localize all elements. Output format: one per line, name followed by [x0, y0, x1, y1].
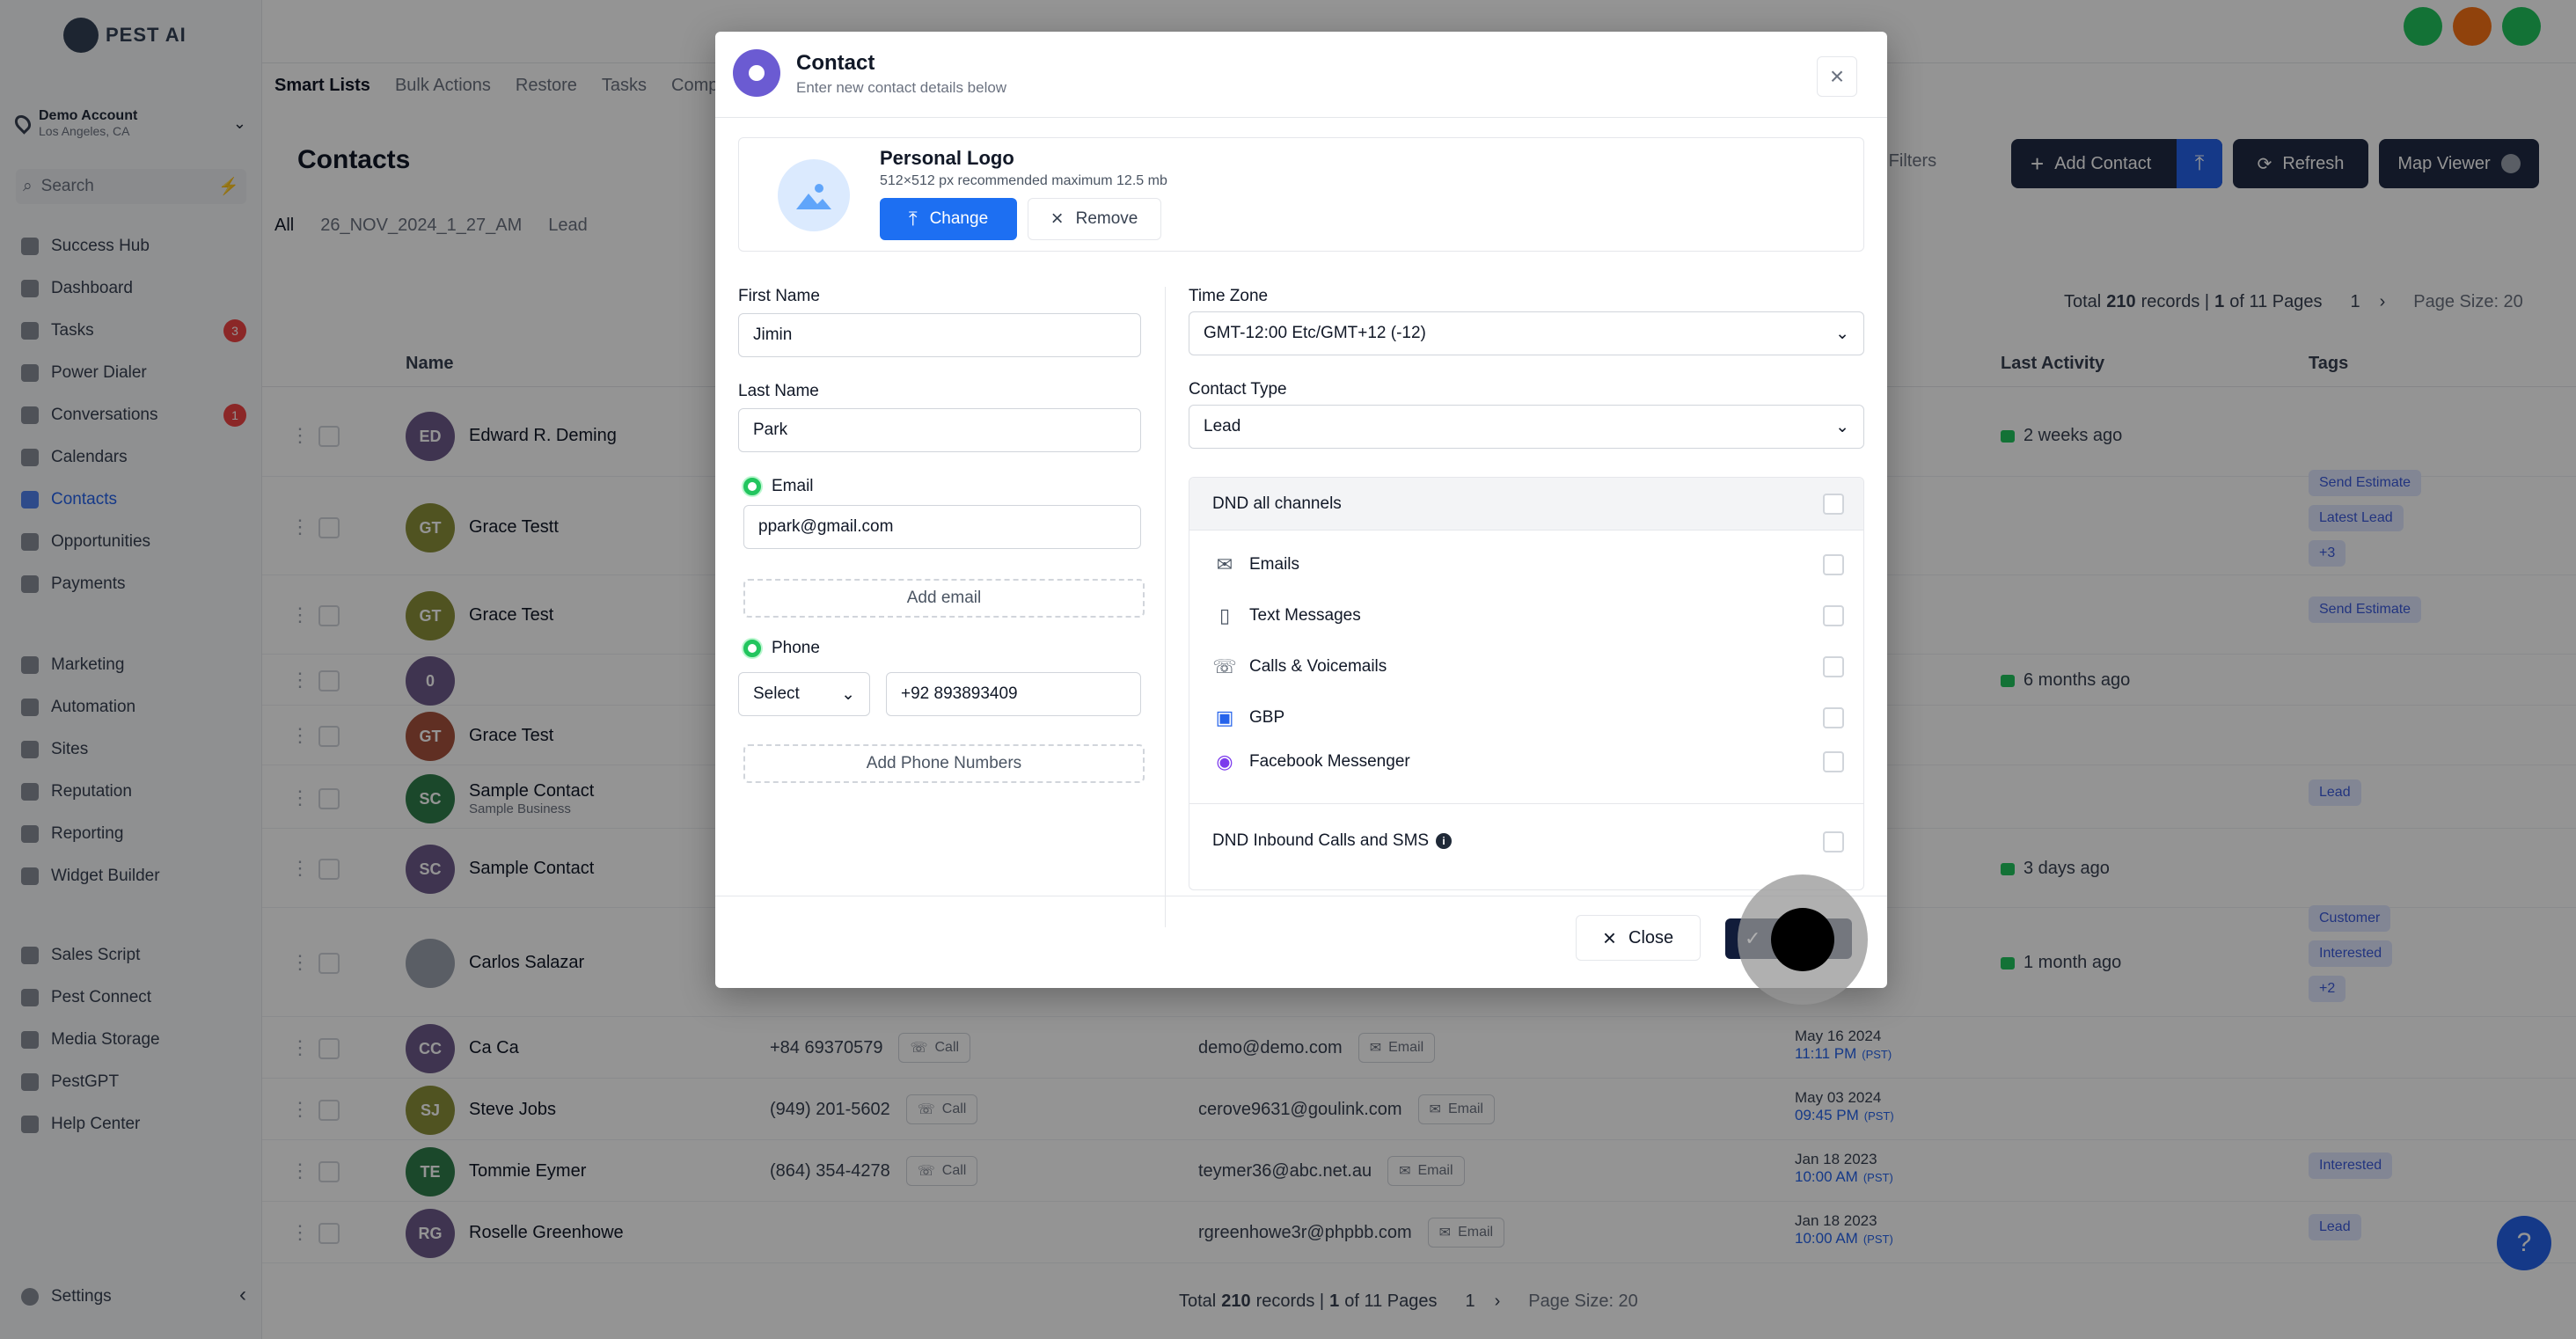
close-icon: ×	[1602, 924, 1617, 951]
messenger-icon: ◉	[1216, 750, 1233, 772]
email-primary-radio[interactable]	[743, 478, 761, 495]
contact-modal: Contact Enter new contact details below …	[715, 32, 1887, 1005]
chevron-down-icon: ⌄	[841, 684, 855, 704]
dnd-channel-label: Facebook Messenger	[1249, 752, 1410, 771]
gbp-icon: ▣	[1215, 706, 1234, 728]
close-icon: ×	[1829, 62, 1845, 90]
dnd-channel-emails: ✉ Emails	[1189, 543, 1863, 587]
close-modal-button[interactable]: ×	[1817, 56, 1857, 97]
dnd-channel-label: Text Messages	[1249, 606, 1361, 625]
envelope-icon: ✉	[1216, 553, 1233, 575]
dnd-channel-checkbox[interactable]	[1823, 554, 1844, 575]
contact-type-select[interactable]: Lead ⌄	[1189, 405, 1864, 449]
change-logo-button[interactable]: ⤒ Change	[880, 198, 1017, 240]
remove-label: Remove	[1075, 209, 1138, 228]
add-email-button[interactable]: Add email	[743, 579, 1145, 618]
dnd-channel-label: Calls & Voicemails	[1249, 657, 1387, 676]
dnd-inbound-checkbox[interactable]	[1823, 831, 1844, 852]
dnd-channel-facebook-messenger: ◉ Facebook Messenger	[1189, 740, 1863, 784]
dnd-channel-text-messages: ▯ Text Messages	[1189, 594, 1863, 638]
personal-logo-hint: 512×512 px recommended maximum 12.5 mb	[880, 173, 1167, 188]
remove-logo-button[interactable]: × Remove	[1028, 198, 1161, 240]
dnd-panel: DND all channels ✉ Emails ▯ Text Messages ☏ C…	[1189, 477, 1864, 890]
contact-type-value: Lead	[1204, 417, 1241, 435]
email-label: Email	[772, 477, 814, 495]
change-label: Change	[929, 209, 989, 228]
modal-title: Contact	[796, 51, 875, 75]
dnd-channel-label: GBP	[1249, 708, 1285, 727]
chevron-down-icon: ⌄	[1835, 417, 1849, 436]
dnd-channel-checkbox[interactable]	[1823, 605, 1844, 626]
dnd-channel-checkbox[interactable]	[1823, 707, 1844, 728]
add-phone-button[interactable]: Add Phone Numbers	[743, 744, 1145, 783]
dnd-channel-calls-voicemails: ☏ Calls & Voicemails	[1189, 645, 1863, 689]
column-divider	[1165, 287, 1166, 927]
timezone-value: GMT-12:00 Etc/GMT+12 (-12)	[1204, 324, 1426, 342]
dnd-all-checkbox[interactable]	[1823, 494, 1844, 515]
logo-placeholder-image	[778, 159, 850, 231]
dnd-channel-checkbox[interactable]	[1823, 751, 1844, 772]
contact-type-label: Contact Type	[1189, 380, 1287, 399]
personal-logo-card: Personal Logo 512×512 px recommended max…	[738, 137, 1864, 252]
timezone-select[interactable]: GMT-12:00 Etc/GMT+12 (-12) ⌄	[1189, 311, 1864, 355]
phone-section: Phone	[743, 639, 820, 658]
chevron-down-icon: ⌄	[1835, 324, 1849, 343]
close-button[interactable]: × Close	[1576, 915, 1701, 961]
close-label: Close	[1628, 927, 1674, 948]
phone-primary-radio[interactable]	[743, 640, 761, 657]
upload-icon: ⤒	[908, 208, 918, 230]
first-name-field[interactable]: Jimin	[738, 313, 1141, 357]
dnd-divider	[1189, 803, 1863, 804]
email-section: Email	[743, 477, 814, 496]
phone-country-select[interactable]: Select ⌄	[738, 672, 870, 716]
dnd-channel-gbp: ▣ GBP	[1189, 696, 1863, 740]
phone-label: Phone	[772, 639, 820, 657]
click-indicator	[1738, 874, 1868, 1005]
modal-header: Contact Enter new contact details below …	[715, 32, 1887, 118]
dnd-all-label: DND all channels	[1212, 494, 1342, 513]
personal-logo-title: Personal Logo	[880, 147, 1014, 169]
phone-country-value: Select	[753, 684, 800, 703]
dnd-channel-label: Emails	[1249, 555, 1300, 574]
dnd-channel-checkbox[interactable]	[1823, 656, 1844, 677]
timezone-label: Time Zone	[1189, 287, 1269, 305]
phone-field[interactable]: +92 893893409	[886, 672, 1141, 716]
mobile-icon: ▯	[1218, 604, 1231, 626]
first-name-label: First Name	[738, 287, 820, 305]
phone-icon: ☏	[1212, 655, 1237, 677]
last-name-field[interactable]: Park	[738, 408, 1141, 452]
last-name-label: Last Name	[738, 382, 819, 400]
modal-subtitle: Enter new contact details below	[796, 79, 1007, 96]
close-icon: ×	[1050, 207, 1064, 230]
dnd-inbound-row: DND Inbound Calls and SMS i	[1189, 816, 1863, 867]
dnd-all-row: DND all channels	[1189, 478, 1863, 530]
contact-icon	[733, 49, 780, 97]
dnd-inbound-label: DND Inbound Calls and SMS	[1212, 831, 1430, 850]
info-icon[interactable]: i	[1436, 833, 1453, 849]
email-field[interactable]: ppark@gmail.com	[743, 505, 1141, 549]
